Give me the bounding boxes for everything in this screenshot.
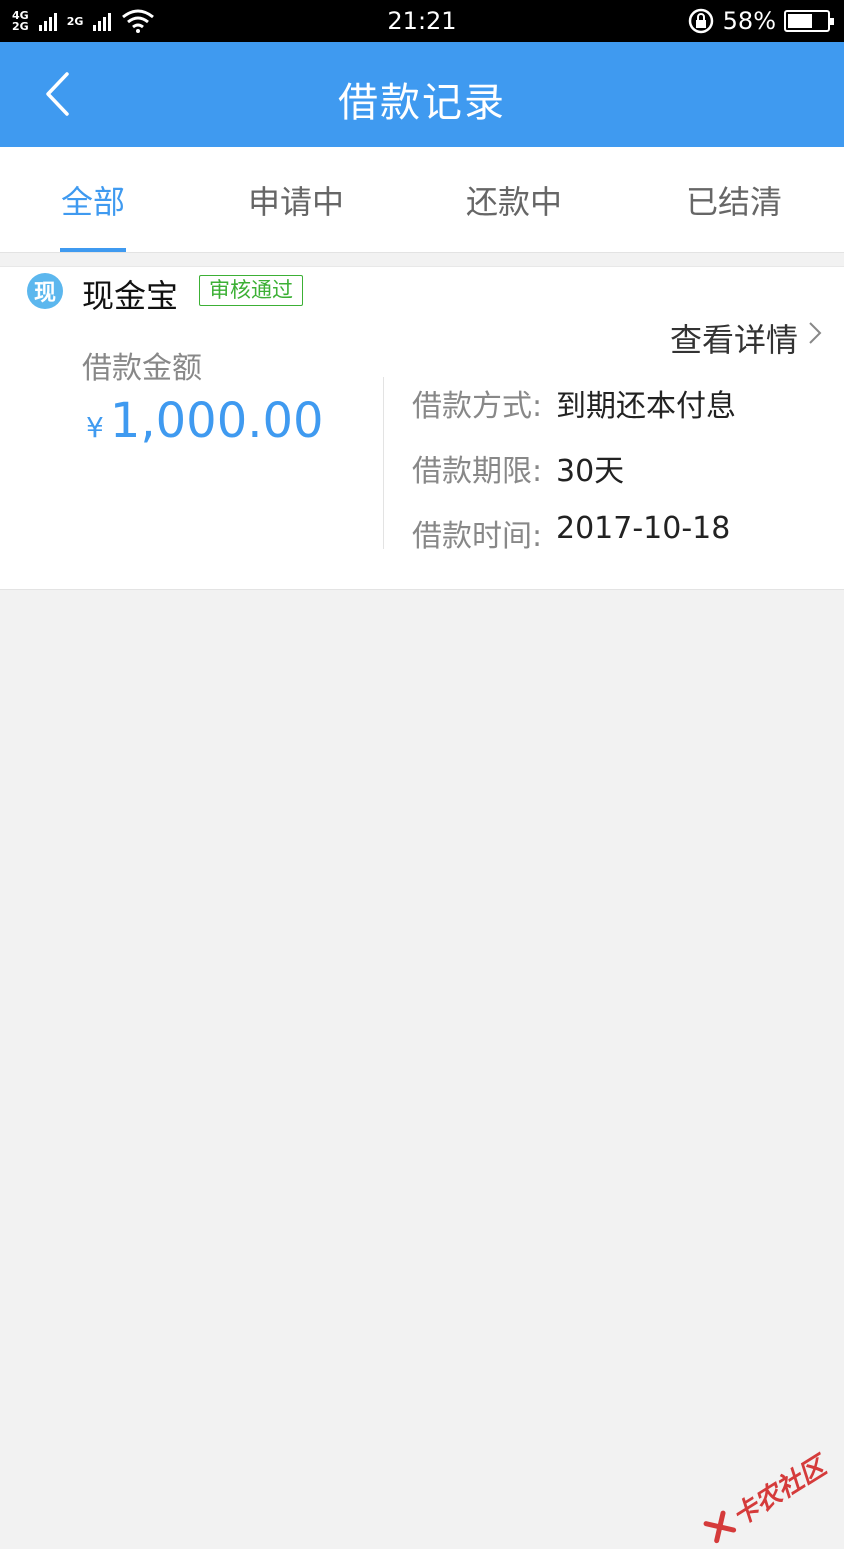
info-row-method: 借款方式: 到期还本付息 <box>412 381 736 425</box>
status-right: 58% <box>687 6 830 36</box>
tab-label: 还款中 <box>466 177 562 223</box>
app-header: 借款记录 <box>0 42 844 147</box>
battery-icon <box>784 10 830 32</box>
info-label: 借款方式: <box>412 381 556 425</box>
active-tab-indicator <box>60 248 126 252</box>
status-badge: 审核通过 <box>199 275 303 306</box>
info-value: 30天 <box>556 446 624 490</box>
tab-bar: 全部 申请中 还款中 已结清 <box>0 147 844 253</box>
tab-label: 已结清 <box>686 177 782 223</box>
amount-label: 借款金额 <box>82 343 202 387</box>
watermark-text: 卡农社区 <box>724 1447 832 1533</box>
product-name: 现金宝 <box>82 271 178 317</box>
currency-symbol: ¥ <box>86 411 104 444</box>
tab-label: 全部 <box>61 177 125 223</box>
watermark: 卡农社区 <box>699 1447 832 1549</box>
page-title: 借款记录 <box>0 70 844 128</box>
info-row-date: 借款时间: 2017-10-18 <box>412 511 730 555</box>
tab-all[interactable]: 全部 <box>36 147 150 253</box>
loan-card[interactable]: 现 现金宝 审核通过 查看详情 借款金额 ¥ 1,000.00 借款方式: 到期… <box>0 266 844 590</box>
info-label: 借款时间: <box>412 511 556 555</box>
chevron-right-icon[interactable] <box>808 321 822 345</box>
view-details-link[interactable]: 查看详情 <box>670 315 798 361</box>
tab-applying[interactable]: 申请中 <box>236 147 356 253</box>
tab-settled[interactable]: 已结清 <box>672 147 796 253</box>
status-bar: 4G 2G 2G 21:21 58% <box>0 0 844 42</box>
amount-value: 1,000.00 <box>110 393 324 449</box>
rotation-lock-icon <box>687 7 715 35</box>
battery-percent: 58% <box>723 7 776 35</box>
info-label: 借款期限: <box>412 446 556 490</box>
info-row-term: 借款期限: 30天 <box>412 446 624 490</box>
info-value: 到期还本付息 <box>556 381 736 425</box>
tab-repaying[interactable]: 还款中 <box>452 147 576 253</box>
loan-amount: ¥ 1,000.00 <box>86 393 324 449</box>
info-value: 2017-10-18 <box>556 511 730 555</box>
product-icon: 现 <box>27 273 63 309</box>
tab-label: 申请中 <box>248 177 344 223</box>
vertical-divider <box>383 377 384 549</box>
